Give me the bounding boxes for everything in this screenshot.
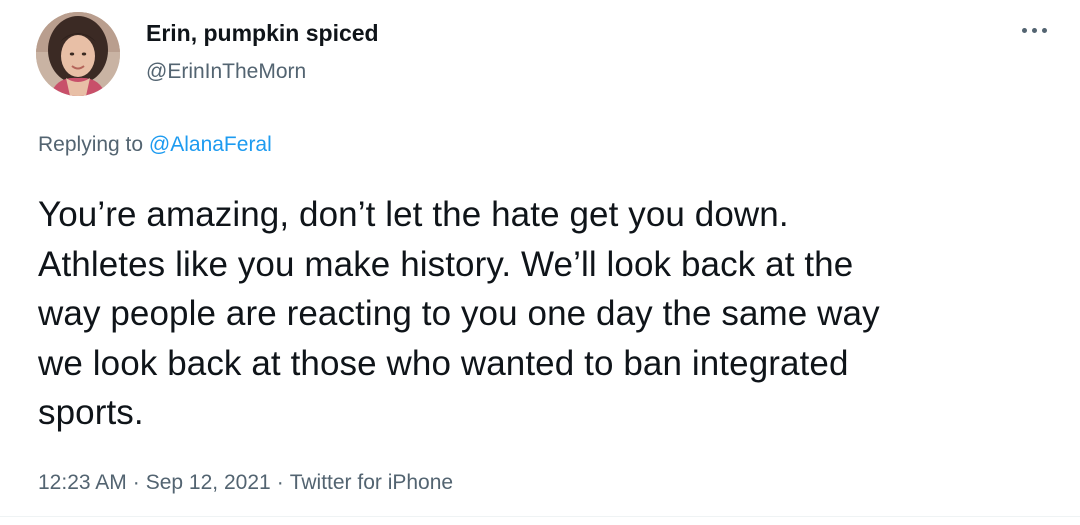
avatar[interactable] — [36, 12, 120, 96]
tweet-text-line: we look back at those who wanted to ban … — [38, 343, 849, 383]
more-dots-icon[interactable] — [1014, 16, 1054, 46]
tweet-text-line: sports. — [38, 393, 144, 432]
tweet-text-line: Athletes like you make history. We’ll lo… — [38, 244, 854, 284]
separator: · — [276, 471, 284, 494]
tweet-text-line: way people are reacting to you one day t… — [38, 294, 880, 333]
author-display-name[interactable]: Erin, pumpkin spiced — [146, 20, 379, 47]
reply-mention-link[interactable]: @AlanaFeral — [149, 133, 272, 156]
separator: · — [132, 471, 140, 494]
more-dot — [1022, 28, 1027, 33]
tweet-source[interactable]: Twitter for iPhone — [290, 471, 453, 494]
replying-to-label: Replying to — [38, 133, 149, 156]
more-dot — [1032, 28, 1037, 33]
avatar-image — [36, 12, 120, 96]
more-dot — [1042, 28, 1047, 33]
tweet-text-line: You’re amazing, don’t let the hate get y… — [38, 195, 789, 234]
author-handle[interactable]: @ErinInTheMorn — [146, 60, 306, 84]
tweet-date[interactable]: Sep 12, 2021 — [146, 471, 271, 494]
divider — [0, 516, 1080, 517]
replying-to: Replying to @AlanaFeral — [38, 133, 272, 157]
tweet-metadata: 12:23 AM · Sep 12, 2021 · Twitter for iPhone — [38, 471, 453, 495]
tweet-text: You’re amazing, don’t let the hate get y… — [38, 190, 1048, 438]
tweet-time[interactable]: 12:23 AM — [38, 471, 127, 494]
tweet-card: Erin, pumpkin spiced @ErinInTheMorn Repl… — [0, 0, 1080, 525]
